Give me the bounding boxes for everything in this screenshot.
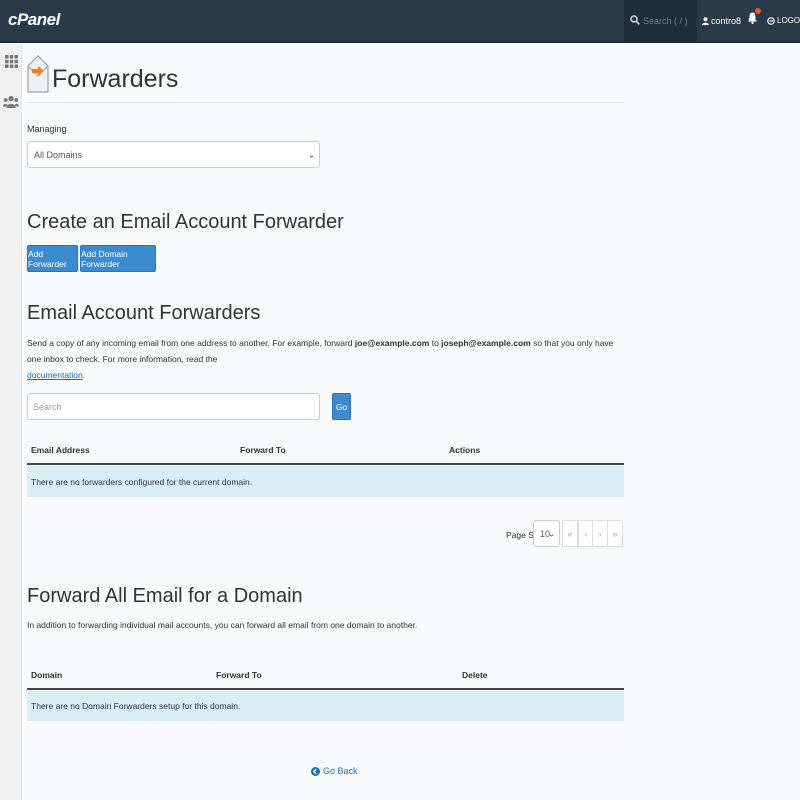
go-back-label: Go Back <box>323 766 358 776</box>
example-to-address: joseph@example.com <box>441 338 531 348</box>
apps-grid-icon[interactable] <box>5 55 18 68</box>
arrow-left-circle-icon <box>311 766 320 776</box>
top-bar: cPanel Search ( / ) contro8 ▼ LOGOUT <box>0 0 800 43</box>
add-forwarder-button[interactable]: Add Forwarder <box>27 245 78 272</box>
column-header-forward-to[interactable]: Forward To <box>240 445 286 455</box>
logout-label: LOGOUT <box>777 16 800 25</box>
email-forwarders-heading: Email Account Forwarders <box>27 302 261 324</box>
go-back-link[interactable]: Go Back <box>311 766 358 776</box>
user-icon <box>702 17 709 25</box>
table-header-divider <box>27 463 624 465</box>
forwarders-search-input[interactable]: Search <box>27 393 320 420</box>
page-size-select[interactable]: 10 ⌄ <box>533 520 560 547</box>
first-page-button[interactable]: « <box>562 520 578 547</box>
chevron-down-icon: ⌄ <box>548 529 555 538</box>
description-text: to <box>429 338 442 348</box>
cpanel-logo[interactable]: cPanel <box>8 10 60 30</box>
left-rail <box>0 45 22 800</box>
search-icon <box>630 15 640 25</box>
no-domain-forwarders-message: There are no Domain Forwarders setup for… <box>27 691 624 721</box>
add-domain-forwarder-button[interactable]: Add Domain Forwarder <box>80 245 156 272</box>
managing-domain-select[interactable]: All Domains ⌄ <box>27 141 320 168</box>
managing-label: Managing <box>27 124 67 134</box>
page-title: Forwarders <box>52 65 179 93</box>
create-forwarder-heading: Create an Email Account Forwarder <box>27 211 344 233</box>
logout-icon <box>767 16 775 25</box>
forwarders-icon <box>27 55 49 93</box>
title-divider <box>27 102 624 103</box>
no-forwarders-message: There are no forwarders configured for t… <box>27 466 624 497</box>
users-group-icon[interactable] <box>3 95 19 109</box>
chevron-down-icon: ⌄ <box>308 150 315 159</box>
username: contro8 <box>711 16 742 26</box>
column-header-domain[interactable]: Domain <box>31 670 62 680</box>
notification-badge <box>755 8 761 14</box>
example-from-address: joe@example.com <box>354 338 430 348</box>
column-header-email-address[interactable]: Email Address <box>31 445 90 455</box>
logout-button[interactable]: LOGOUT <box>767 16 800 25</box>
column-header-actions: Actions <box>449 445 481 455</box>
domain-forwarders-description: In addition to forwarding individual mai… <box>27 620 418 630</box>
documentation-link[interactable]: documentation <box>27 370 83 380</box>
last-page-button[interactable]: » <box>607 520 623 547</box>
domain-forwarders-heading: Forward All Email for a Domain <box>27 585 303 607</box>
email-forwarders-description: Send a copy of any incoming email from o… <box>27 335 624 383</box>
notifications-bell-icon[interactable] <box>748 12 757 24</box>
domain-table-header-divider <box>27 688 624 690</box>
description-text: Send a copy of any incoming email from o… <box>27 338 355 348</box>
column-header-delete: Delete <box>462 670 488 680</box>
global-search[interactable]: Search ( / ) <box>624 0 697 43</box>
managing-domain-value: All Domains <box>34 149 83 160</box>
search-go-button[interactable]: Go <box>332 393 351 420</box>
next-page-button[interactable]: › <box>592 520 608 547</box>
global-search-input[interactable]: Search ( / ) <box>643 16 688 26</box>
description-text: . <box>82 370 86 380</box>
user-menu[interactable]: contro8 ▼ <box>702 16 753 26</box>
column-header-domain-forward-to[interactable]: Forward To <box>216 670 262 680</box>
